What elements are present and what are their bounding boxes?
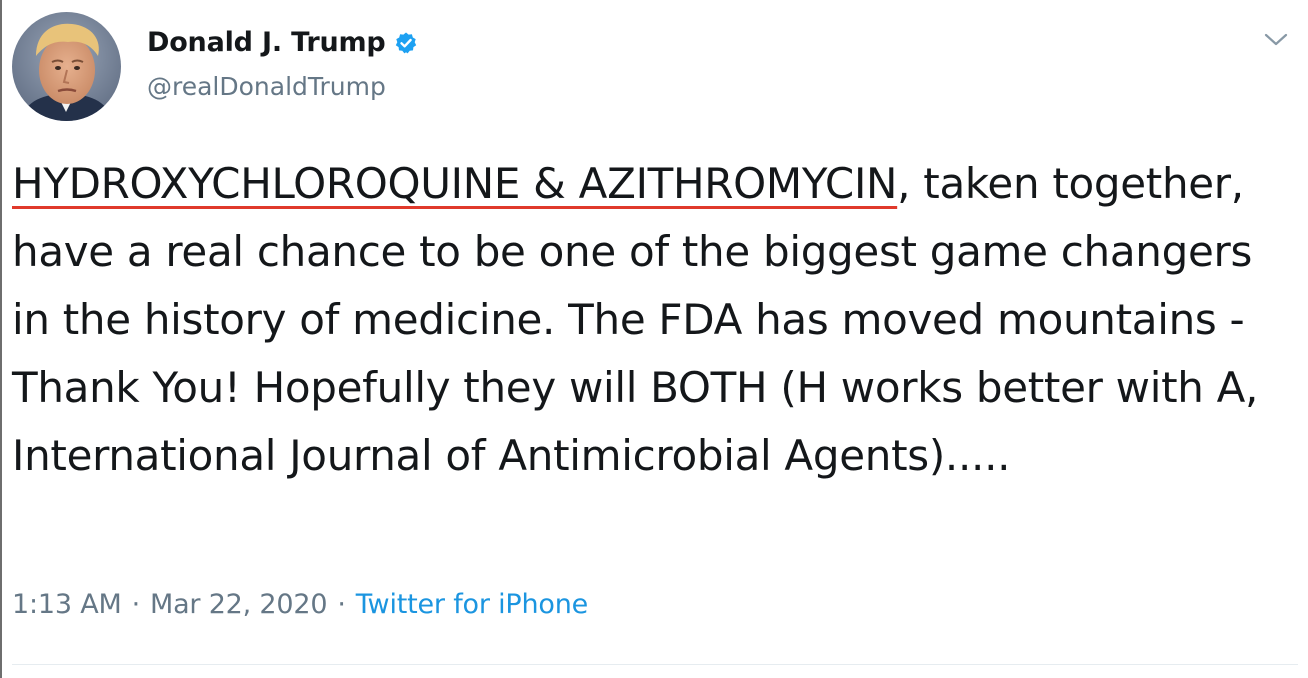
tweet-metadata: 1:13 AM · Mar 22, 2020 · Twitter for iPh… [12, 589, 588, 620]
meta-separator: · [337, 589, 346, 620]
meta-separator: · [131, 589, 141, 620]
tweet-source-link[interactable]: Twitter for iPhone [356, 589, 589, 620]
tweet-time[interactable]: 1:13 AM [12, 589, 122, 620]
divider [12, 664, 1298, 665]
verified-badge-icon [394, 31, 418, 55]
avatar-image [12, 12, 121, 121]
display-name[interactable]: Donald J. Trump [147, 27, 386, 58]
tweet-text: HYDROXYCHLOROQUINE & AZITHROMYCIN, taken… [12, 150, 1297, 490]
left-border [0, 0, 2, 678]
author-name-row[interactable]: Donald J. Trump [147, 27, 418, 58]
avatar[interactable] [12, 12, 121, 121]
chevron-down-icon[interactable] [1262, 30, 1290, 50]
tweet-text-highlighted: HYDROXYCHLOROQUINE & AZITHROMYCIN [12, 159, 898, 208]
tweet-date[interactable]: Mar 22, 2020 [150, 589, 328, 620]
user-handle[interactable]: @realDonaldTrump [147, 72, 386, 101]
